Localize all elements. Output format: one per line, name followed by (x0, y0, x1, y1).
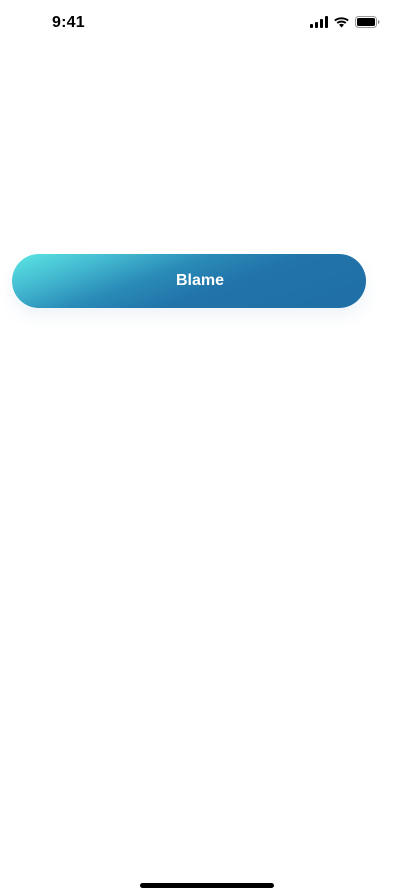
blame-button-label: Blame (175, 272, 225, 289)
status-bar: 9:41 (0, 0, 414, 44)
status-icons (310, 16, 380, 28)
status-time: 9:41 (52, 14, 85, 31)
battery-icon (355, 16, 380, 28)
blame-button[interactable]: Blame (12, 254, 366, 308)
wifi-icon (333, 16, 350, 28)
cellular-signal-icon (310, 16, 328, 28)
home-indicator (140, 883, 274, 888)
